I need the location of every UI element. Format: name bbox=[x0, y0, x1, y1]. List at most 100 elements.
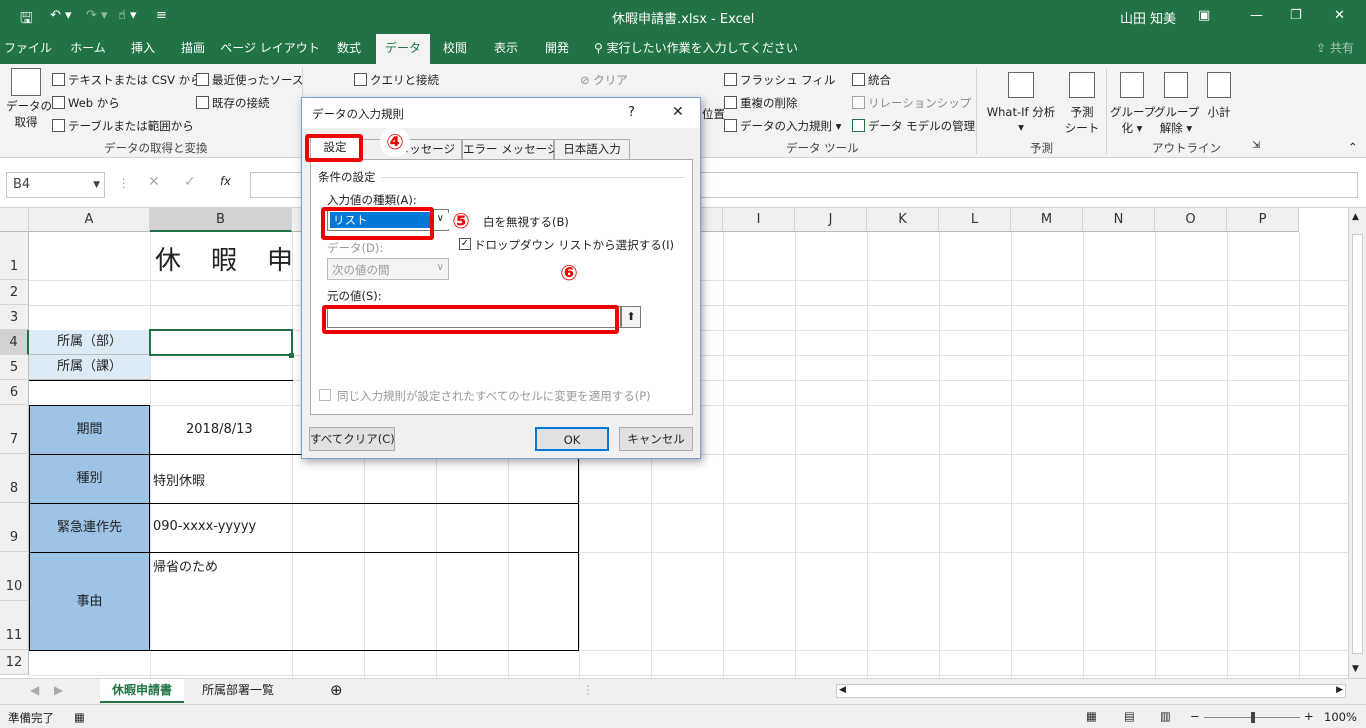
tab-insert[interactable]: 挿入 bbox=[118, 34, 168, 64]
row-header[interactable]: 5 bbox=[0, 355, 29, 380]
from-text-csv-button[interactable]: テキストまたは CSV から bbox=[52, 72, 202, 88]
macro-record-icon[interactable]: ▦ bbox=[74, 710, 85, 724]
ok-button[interactable]: OK bbox=[535, 427, 609, 451]
tab-ime-mode[interactable]: 日本語入力 bbox=[554, 139, 630, 159]
collapse-ribbon-icon[interactable]: ⌃ bbox=[1348, 140, 1358, 154]
row-header[interactable]: 12 bbox=[0, 650, 29, 675]
contact-value[interactable]: 090-xxxx-yyyyy bbox=[153, 519, 256, 534]
scroll-down-icon[interactable]: ▼ bbox=[1352, 664, 1359, 674]
zoom-level[interactable]: 100% bbox=[1324, 710, 1357, 724]
tab-file[interactable]: ファイル bbox=[0, 34, 56, 64]
user-name[interactable]: 山田 知美 bbox=[1120, 8, 1176, 27]
scroll-left-icon[interactable]: ◀ bbox=[839, 685, 846, 695]
row-header[interactable]: 2 bbox=[0, 280, 29, 305]
zoom-in-icon[interactable]: + bbox=[1304, 709, 1314, 723]
zoom-out-icon[interactable]: − bbox=[1190, 709, 1200, 723]
cancel-icon[interactable]: ✕ bbox=[148, 174, 160, 190]
horizontal-scrollbar[interactable]: ◀ ▶ bbox=[836, 684, 1346, 698]
column-header[interactable]: J bbox=[795, 208, 867, 232]
page-break-view-icon[interactable]: ▥ bbox=[1160, 709, 1171, 723]
from-web-button[interactable]: Web から bbox=[52, 95, 120, 111]
minimize-icon[interactable]: — bbox=[1250, 8, 1263, 23]
enter-icon[interactable]: ✓ bbox=[184, 174, 196, 190]
row-header[interactable]: 10 bbox=[0, 552, 29, 601]
tab-page-layout[interactable]: ページ レイアウト bbox=[218, 34, 322, 64]
dialog-close-button[interactable]: ✕ bbox=[672, 104, 684, 120]
row-header[interactable]: 8 bbox=[0, 454, 29, 503]
tab-error-alert[interactable]: エラー メッセージ bbox=[462, 139, 558, 159]
tab-data[interactable]: データ bbox=[376, 34, 430, 64]
tab-draw[interactable]: 描画 bbox=[168, 34, 218, 64]
subtotal-button[interactable]: 小計 bbox=[1202, 72, 1236, 120]
tab-input-message[interactable]: メッセージ bbox=[360, 139, 462, 159]
column-header[interactable]: A bbox=[29, 208, 150, 232]
scroll-right-icon[interactable]: ▶ bbox=[1336, 685, 1343, 695]
close-window-icon[interactable]: ✕ bbox=[1334, 8, 1345, 23]
period-value[interactable]: 2018/8/13 bbox=[186, 422, 253, 437]
consolidate-button[interactable]: 統合 bbox=[852, 72, 891, 88]
data-select[interactable]: 次の値の間 ∨ bbox=[327, 258, 449, 280]
fill-handle[interactable] bbox=[289, 353, 294, 358]
what-if-button[interactable]: What-If 分析 ▾ bbox=[984, 72, 1058, 134]
row-header[interactable]: 1 bbox=[0, 232, 29, 280]
vertical-scrollbar[interactable]: ▲ ▼ bbox=[1348, 208, 1366, 678]
tab-formulas[interactable]: 数式 bbox=[322, 34, 376, 64]
column-header[interactable]: I bbox=[723, 208, 795, 232]
save-icon[interactable]: 🖫 bbox=[20, 8, 33, 33]
remove-duplicates-button[interactable]: 重複の削除 bbox=[724, 95, 798, 111]
add-sheet-icon[interactable]: ⊕ bbox=[318, 679, 355, 703]
normal-view-icon[interactable]: ▦ bbox=[1086, 709, 1097, 723]
next-sheet-icon[interactable]: ▶ bbox=[42, 679, 75, 703]
active-cell-b4[interactable] bbox=[149, 329, 293, 356]
recent-sources-button[interactable]: 最近使ったソース bbox=[196, 72, 303, 88]
apply-all-checkbox[interactable] bbox=[319, 389, 331, 401]
cancel-button[interactable]: キャンセル bbox=[619, 427, 693, 451]
column-header[interactable]: K bbox=[867, 208, 939, 232]
customize-qat-icon[interactable]: ≡ bbox=[156, 8, 167, 23]
row-header[interactable]: 11 bbox=[0, 601, 29, 650]
ungroup-button[interactable]: グループ 解除 ▾ bbox=[1154, 72, 1199, 136]
insert-function-icon[interactable]: fx bbox=[220, 174, 231, 188]
reason-value[interactable]: 帰省のため bbox=[153, 556, 218, 575]
undo-icon[interactable]: ↶ ▾ bbox=[50, 8, 72, 23]
reapply-button[interactable]: 位置 bbox=[702, 106, 725, 122]
row-header[interactable]: 3 bbox=[0, 305, 29, 330]
type-value[interactable]: 特別休暇 bbox=[153, 470, 205, 489]
data-validation-button[interactable]: データの入力規則 ▾ bbox=[724, 118, 841, 134]
touch-mode-icon[interactable]: ☝ ▾ bbox=[118, 8, 137, 23]
column-header[interactable]: M bbox=[1011, 208, 1083, 232]
row-header[interactable]: 7 bbox=[0, 405, 29, 454]
redo-icon[interactable]: ↷ ▾ bbox=[86, 8, 108, 23]
row-header[interactable]: 6 bbox=[0, 380, 29, 405]
select-all-corner[interactable] bbox=[0, 208, 29, 232]
clear-filter-button[interactable]: ⊘ クリア bbox=[580, 72, 628, 88]
restore-icon[interactable]: ❐ bbox=[1290, 8, 1302, 23]
sheet-tab-active[interactable]: 休暇申請書 bbox=[100, 679, 185, 703]
row-header[interactable]: 9 bbox=[0, 503, 29, 552]
zoom-thumb[interactable] bbox=[1251, 712, 1255, 723]
forecast-sheet-button[interactable]: 予測 シート bbox=[1062, 72, 1102, 136]
share-button[interactable]: ⇪ 共有 bbox=[1310, 34, 1360, 64]
clear-all-button[interactable]: すべてクリア(C) bbox=[309, 427, 395, 451]
get-data-button[interactable]: データの 取得 bbox=[6, 68, 52, 130]
queries-connections-button[interactable]: クエリと接続 bbox=[354, 72, 439, 88]
tell-me-box[interactable]: ⚲ 実行したい作業を入力してください bbox=[594, 34, 798, 64]
row-header[interactable]: 4 bbox=[0, 330, 29, 355]
column-header[interactable]: P bbox=[1227, 208, 1299, 232]
column-header[interactable]: O bbox=[1155, 208, 1227, 232]
dropdown-checkbox[interactable]: ✓ bbox=[459, 238, 471, 250]
column-header[interactable]: B bbox=[150, 208, 292, 232]
page-layout-view-icon[interactable]: ▤ bbox=[1124, 709, 1135, 723]
from-table-button[interactable]: テーブルまたは範囲から bbox=[52, 118, 194, 134]
tab-split-handle[interactable]: ⋮ bbox=[570, 679, 606, 703]
sheet-tab[interactable]: 所属部署一覧 bbox=[190, 679, 286, 703]
help-button[interactable]: ? bbox=[628, 105, 635, 120]
column-header[interactable]: N bbox=[1083, 208, 1155, 232]
range-select-icon[interactable]: ⬆ bbox=[621, 306, 641, 328]
name-box[interactable]: B4 ▼ bbox=[6, 172, 105, 198]
apply-all-label[interactable]: 同じ入力規則が設定されたすべてのセルに変更を適用する(P) bbox=[337, 388, 651, 404]
ribbon-display-icon[interactable]: ▣ bbox=[1198, 8, 1210, 23]
tab-view[interactable]: 表示 bbox=[480, 34, 532, 64]
manage-data-model-button[interactable]: データ モデルの管理 bbox=[852, 118, 975, 134]
column-header[interactable]: L bbox=[939, 208, 1011, 232]
